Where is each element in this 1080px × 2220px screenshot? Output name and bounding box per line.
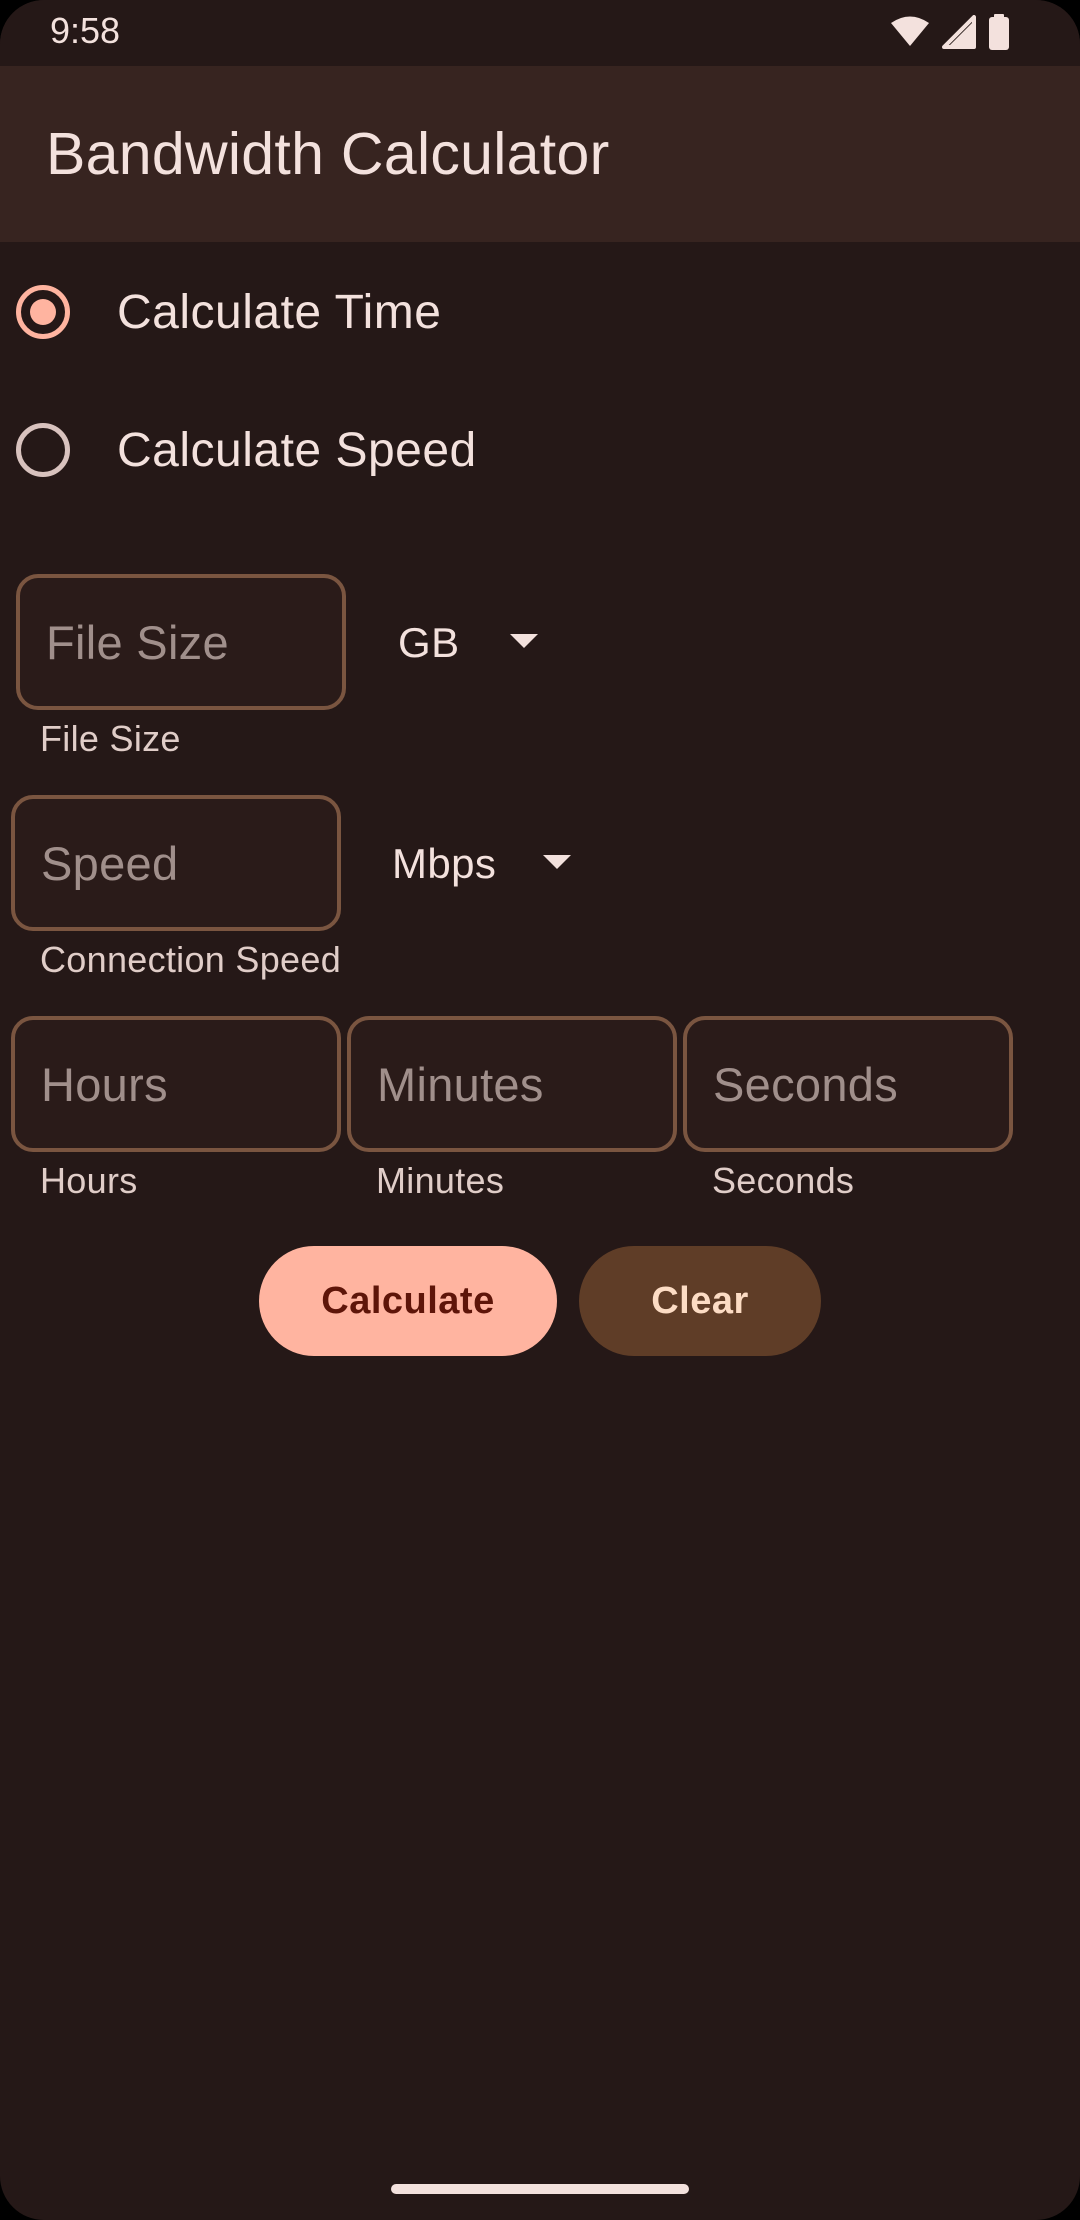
gesture-nav-handle[interactable] xyxy=(391,2184,689,2194)
signal-icon xyxy=(942,15,976,49)
file-size-unit-dropdown[interactable]: GB xyxy=(398,603,539,683)
radio-label-calculate-speed: Calculate Speed xyxy=(117,423,477,477)
dropdown-arrow-icon xyxy=(542,854,572,875)
minutes-helper: Minutes xyxy=(376,1160,505,1201)
app-screen: 9:58 Bandwidth Calculator Calculate Time… xyxy=(0,0,1080,2220)
minutes-input[interactable] xyxy=(351,1020,673,1148)
speed-field[interactable] xyxy=(11,795,341,931)
status-time: 9:58 xyxy=(50,10,121,51)
seconds-helper: Seconds xyxy=(712,1160,855,1201)
status-bar: 9:58 xyxy=(0,0,1080,66)
calculate-button[interactable]: Calculate xyxy=(259,1246,557,1356)
hours-field[interactable] xyxy=(11,1016,341,1152)
hours-input[interactable] xyxy=(15,1020,337,1148)
speed-helper: Connection Speed xyxy=(40,939,342,980)
hours-helper: Hours xyxy=(40,1160,138,1201)
seconds-field[interactable] xyxy=(683,1016,1013,1152)
radio-button-checked-icon[interactable] xyxy=(16,285,70,339)
radio-label-calculate-time: Calculate Time xyxy=(117,285,442,339)
wifi-icon xyxy=(890,16,930,48)
seconds-input[interactable] xyxy=(687,1020,1009,1148)
speed-input[interactable] xyxy=(15,799,337,927)
battery-icon xyxy=(988,14,1010,50)
file-size-field[interactable] xyxy=(16,574,346,710)
clear-button[interactable]: Clear xyxy=(579,1246,821,1356)
app-title: Bandwidth Calculator xyxy=(46,121,610,187)
file-size-helper: File Size xyxy=(40,718,181,759)
status-icons xyxy=(890,14,1010,50)
app-bar: Bandwidth Calculator xyxy=(0,66,1080,242)
file-size-input[interactable] xyxy=(20,578,342,706)
minutes-field[interactable] xyxy=(347,1016,677,1152)
radio-button-unchecked-icon[interactable] xyxy=(16,423,70,477)
radio-calculate-speed[interactable]: Calculate Speed xyxy=(0,390,1080,510)
dropdown-arrow-icon xyxy=(509,633,539,654)
speed-unit-dropdown[interactable]: Mbps xyxy=(392,824,572,904)
speed-unit-value: Mbps xyxy=(392,840,497,887)
file-size-unit-value: GB xyxy=(398,619,460,666)
radio-calculate-time[interactable]: Calculate Time xyxy=(0,252,1080,372)
